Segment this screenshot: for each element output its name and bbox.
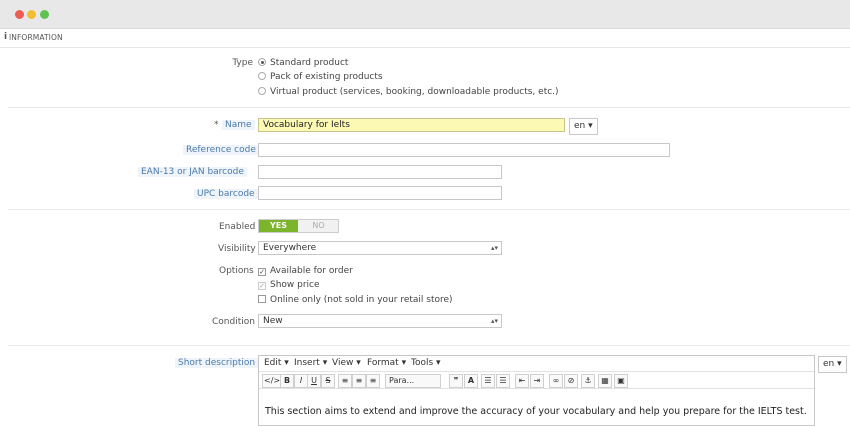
editor-menubar: Edit ▾ Insert ▾ View ▾ Format ▾ Tools ▾ [259, 356, 814, 372]
close-window-button[interactable] [15, 10, 24, 19]
toggle-no[interactable]: NO [299, 220, 338, 232]
type-radio-standard[interactable]: Standard product [258, 58, 348, 68]
type-label: Type [232, 58, 253, 68]
unlink-icon[interactable]: ⊘ [564, 374, 578, 388]
menu-label: Tools [411, 358, 434, 368]
divider [8, 209, 850, 210]
select-arrows-icon: ▴▾ [490, 317, 498, 325]
name-input[interactable]: Vocabulary for Ielts [258, 118, 565, 132]
menu-insert[interactable]: Insert ▾ [294, 358, 327, 368]
anchor-icon[interactable]: ⚓ [581, 374, 595, 388]
type-radio-pack[interactable]: Pack of existing products [258, 72, 383, 82]
online-only-checkbox[interactable]: Online only (not sold in your retail sto… [258, 295, 453, 305]
option-label: Available for order [270, 266, 353, 276]
toggle-yes[interactable]: YES [259, 220, 298, 232]
option-label: Online only (not sold in your retail sto… [270, 295, 453, 305]
checkbox-icon [258, 295, 266, 303]
option-label: Show price [270, 280, 320, 290]
short-description-label: Short description [175, 358, 259, 368]
select-arrows-icon: ▴▾ [490, 244, 498, 252]
show-price-checkbox[interactable]: ✓ Show price [258, 280, 320, 290]
reference-code-input[interactable] [258, 143, 670, 157]
condition-select[interactable]: New ▴▾ [258, 314, 502, 328]
blockquote-icon[interactable]: ❞ [449, 374, 463, 388]
rich-text-editor[interactable]: Edit ▾ Insert ▾ View ▾ Format ▾ Tools ▾ … [258, 355, 815, 426]
divider [8, 345, 850, 346]
menu-label: View [332, 358, 354, 368]
type-option-label: Virtual product (services, booking, down… [270, 87, 559, 97]
language-code: en [823, 359, 835, 369]
menu-view[interactable]: View ▾ [332, 358, 361, 368]
paragraph-format-select[interactable]: Para... [385, 374, 441, 388]
italic-icon[interactable]: I [294, 374, 308, 388]
menu-label: Format [367, 358, 399, 368]
options-label: Options [219, 266, 254, 276]
radio-icon [258, 87, 266, 95]
visibility-value: Everywhere [263, 243, 317, 253]
name-language-dropdown[interactable]: en ▾ [569, 118, 598, 135]
menu-edit[interactable]: Edit ▾ [264, 358, 289, 368]
radio-icon [258, 72, 266, 80]
enabled-toggle[interactable]: YES NO [258, 219, 339, 233]
reference-code-label: Reference code [183, 145, 259, 155]
editor-content[interactable]: This section aims to extend and improve … [265, 406, 807, 417]
strikethrough-icon[interactable]: S [321, 374, 335, 388]
short-description-language-dropdown[interactable]: en ▾ [818, 356, 847, 373]
available-for-order-checkbox[interactable]: ✓ Available for order [258, 266, 353, 276]
menu-label: Insert [294, 358, 320, 368]
enabled-label: Enabled [219, 222, 256, 232]
outdent-icon[interactable]: ⇤ [515, 374, 529, 388]
align-center-icon[interactable]: ≡ [352, 374, 366, 388]
language-code: en [574, 121, 586, 131]
align-right-icon[interactable]: ≡ [366, 374, 380, 388]
panel-heading: i INFORMATION [0, 29, 850, 48]
ean-barcode-label: EAN-13 or JAN barcode [138, 167, 247, 177]
bullet-list-icon[interactable]: ☰ [481, 374, 495, 388]
info-icon: i [4, 32, 8, 42]
type-option-label: Standard product [270, 58, 349, 68]
name-label: Name [222, 120, 255, 130]
link-icon[interactable]: ∞ [549, 374, 563, 388]
underline-icon[interactable]: U [307, 374, 321, 388]
radio-selected-icon [258, 58, 266, 66]
type-radio-virtual[interactable]: Virtual product (services, booking, down… [258, 87, 559, 97]
upc-barcode-label: UPC barcode [194, 189, 258, 199]
type-option-label: Pack of existing products [270, 72, 383, 82]
caret-down-icon: ▾ [837, 359, 842, 369]
minimize-window-button[interactable] [27, 10, 36, 19]
condition-value: New [263, 316, 283, 326]
window-titlebar [0, 0, 850, 29]
menu-tools[interactable]: Tools ▾ [411, 358, 441, 368]
indent-icon[interactable]: ⇥ [530, 374, 544, 388]
menu-label: Edit [264, 358, 282, 368]
menu-format[interactable]: Format ▾ [367, 358, 406, 368]
maximize-window-button[interactable] [40, 10, 49, 19]
text-color-icon[interactable]: A [464, 374, 478, 388]
divider [8, 107, 850, 108]
upc-barcode-input[interactable] [258, 186, 502, 200]
caret-down-icon: ▾ [588, 121, 593, 131]
visibility-label: Visibility [218, 244, 256, 254]
media-icon[interactable]: ▦ [598, 374, 612, 388]
checkbox-checked-icon: ✓ [258, 282, 266, 290]
format-select-value: Para... [389, 376, 415, 385]
condition-label: Condition [212, 317, 255, 327]
align-left-icon[interactable]: ≡ [338, 374, 352, 388]
required-marker: * [214, 120, 219, 130]
visibility-select[interactable]: Everywhere ▴▾ [258, 241, 502, 255]
image-icon[interactable]: ▣ [614, 374, 628, 388]
bold-icon[interactable]: B [280, 374, 294, 388]
editor-toolbar: </> B I U S ≡ ≡ ≡ Para... ❞ A ☰ ☰ ⇤ ⇥ ∞ … [259, 373, 814, 389]
ean-barcode-input[interactable] [258, 165, 502, 179]
panel-heading-text: INFORMATION [9, 33, 63, 42]
numbered-list-icon[interactable]: ☰ [496, 374, 510, 388]
checkbox-checked-icon: ✓ [258, 268, 266, 276]
